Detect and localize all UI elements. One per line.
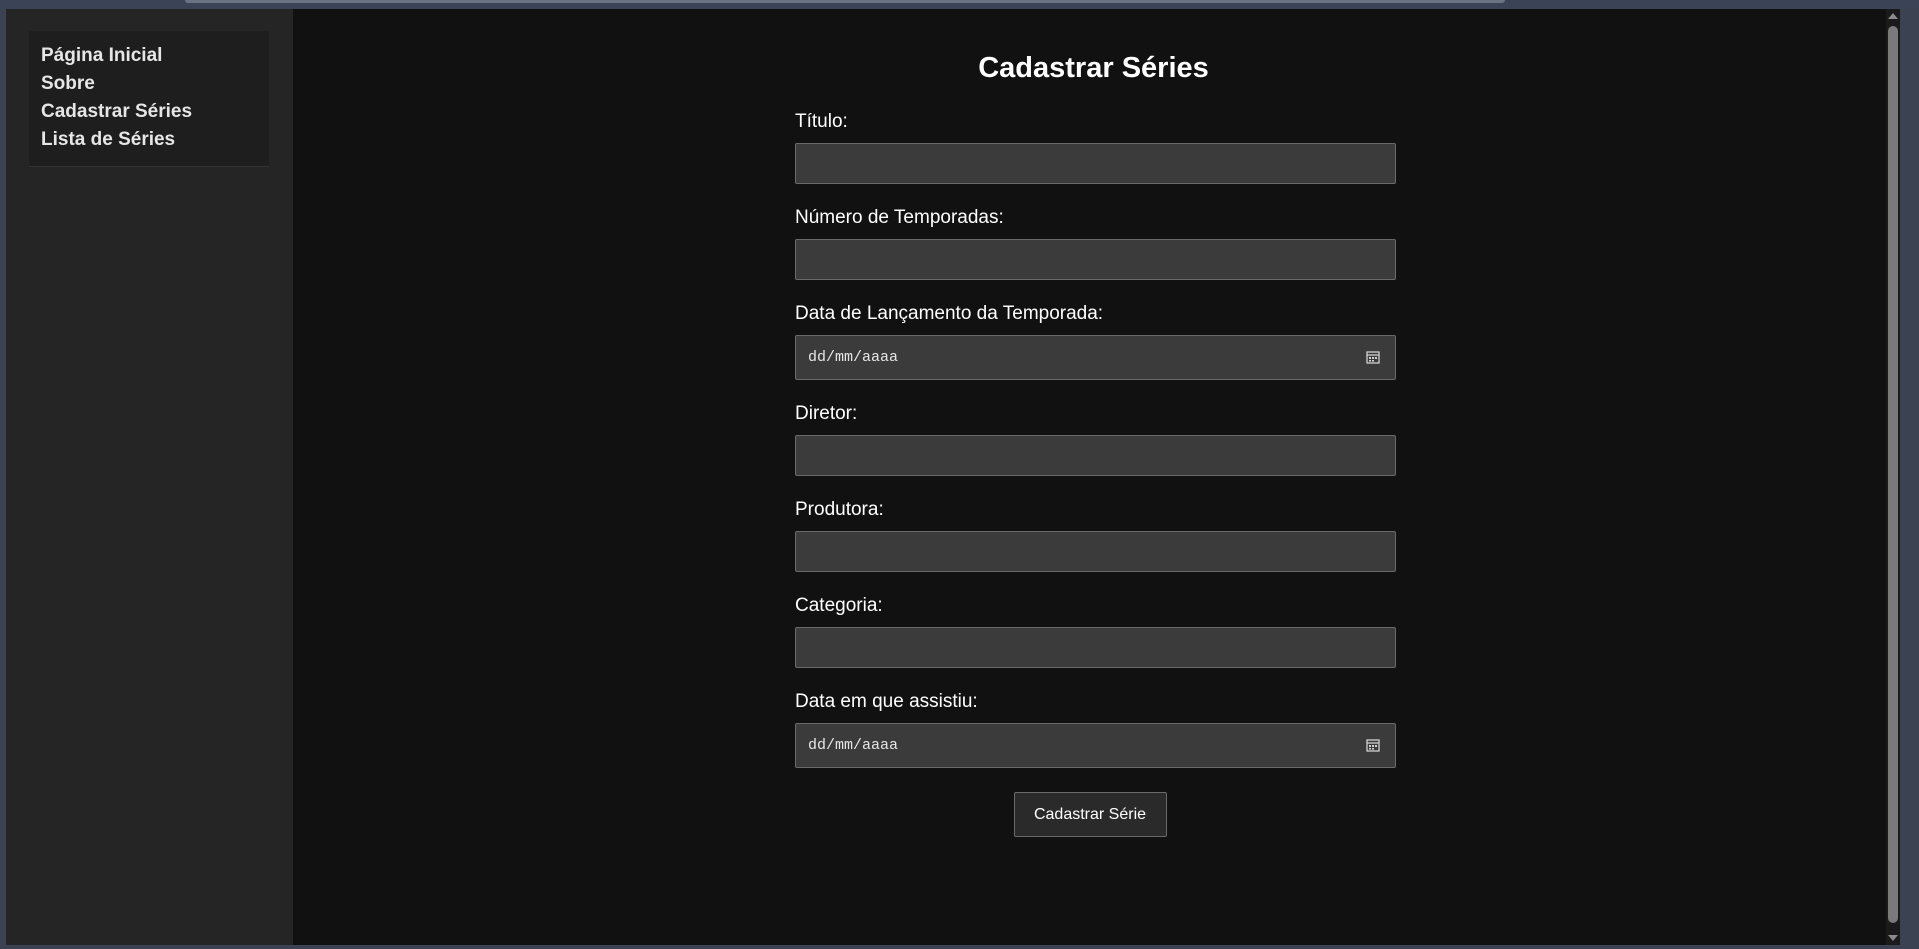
submit-series-button[interactable]: Cadastrar Série <box>1013 792 1167 837</box>
field-diretor: Diretor: <box>795 402 1396 476</box>
main-content: Cadastrar Séries Título: Número de Tempo… <box>293 9 1894 945</box>
assistiu-date-input[interactable]: dd/mm/aaaa <box>795 723 1396 768</box>
produtora-input[interactable] <box>795 531 1396 572</box>
categoria-label: Categoria: <box>795 595 883 616</box>
assistiu-date-placeholder: dd/mm/aaaa <box>808 737 899 754</box>
categoria-input[interactable] <box>795 627 1396 668</box>
scroll-up-arrow-icon[interactable] <box>1888 13 1898 19</box>
window-frame-bottom <box>0 945 1919 949</box>
titulo-label: Título: <box>795 111 848 132</box>
field-temporadas: Número de Temporadas: <box>795 206 1396 280</box>
submit-row: Cadastrar Série <box>795 790 1396 837</box>
series-form: Título: Número de Temporadas: Data de La… <box>795 110 1396 837</box>
field-produtora: Produtora: <box>795 498 1396 572</box>
temporadas-label: Número de Temporadas: <box>795 207 1004 228</box>
produtora-label: Produtora: <box>795 499 884 520</box>
diretor-label: Diretor: <box>795 403 858 424</box>
temporadas-input[interactable] <box>795 239 1396 280</box>
nav-link-series-list[interactable]: Lista de Séries <box>41 126 257 154</box>
field-categoria: Categoria: <box>795 594 1396 668</box>
field-lancamento: Data de Lançamento da Temporada: dd/mm/a… <box>795 302 1396 380</box>
field-assistiu: Data em que assistiu: dd/mm/aaaa <box>795 690 1396 768</box>
lancamento-date-input[interactable]: dd/mm/aaaa <box>795 335 1396 380</box>
page-viewport: Página Inicial Sobre Cadastrar Séries Li… <box>6 9 1900 945</box>
sidebar-nav: Página Inicial Sobre Cadastrar Séries Li… <box>29 31 269 167</box>
calendar-icon[interactable] <box>1365 349 1381 365</box>
window-frame-right <box>1900 9 1919 949</box>
nav-link-about[interactable]: Sobre <box>41 70 257 98</box>
address-bar-edge <box>185 0 1505 3</box>
titulo-input[interactable] <box>795 143 1396 184</box>
calendar-icon[interactable] <box>1365 737 1381 753</box>
lancamento-label: Data de Lançamento da Temporada: <box>795 303 1104 324</box>
scroll-down-arrow-icon[interactable] <box>1888 935 1898 941</box>
scrollbar-thumb[interactable] <box>1888 26 1898 923</box>
browser-top-bar <box>0 0 1919 9</box>
diretor-input[interactable] <box>795 435 1396 476</box>
assistiu-label: Data em que assistiu: <box>795 691 978 712</box>
lancamento-date-placeholder: dd/mm/aaaa <box>808 349 899 366</box>
page-title: Cadastrar Séries <box>978 52 1209 84</box>
nav-link-register-series[interactable]: Cadastrar Séries <box>41 98 257 126</box>
vertical-scrollbar[interactable] <box>1886 9 1900 945</box>
nav-link-home[interactable]: Página Inicial <box>41 42 257 70</box>
sidebar: Página Inicial Sobre Cadastrar Séries Li… <box>6 9 293 945</box>
field-titulo: Título: <box>795 110 1396 184</box>
